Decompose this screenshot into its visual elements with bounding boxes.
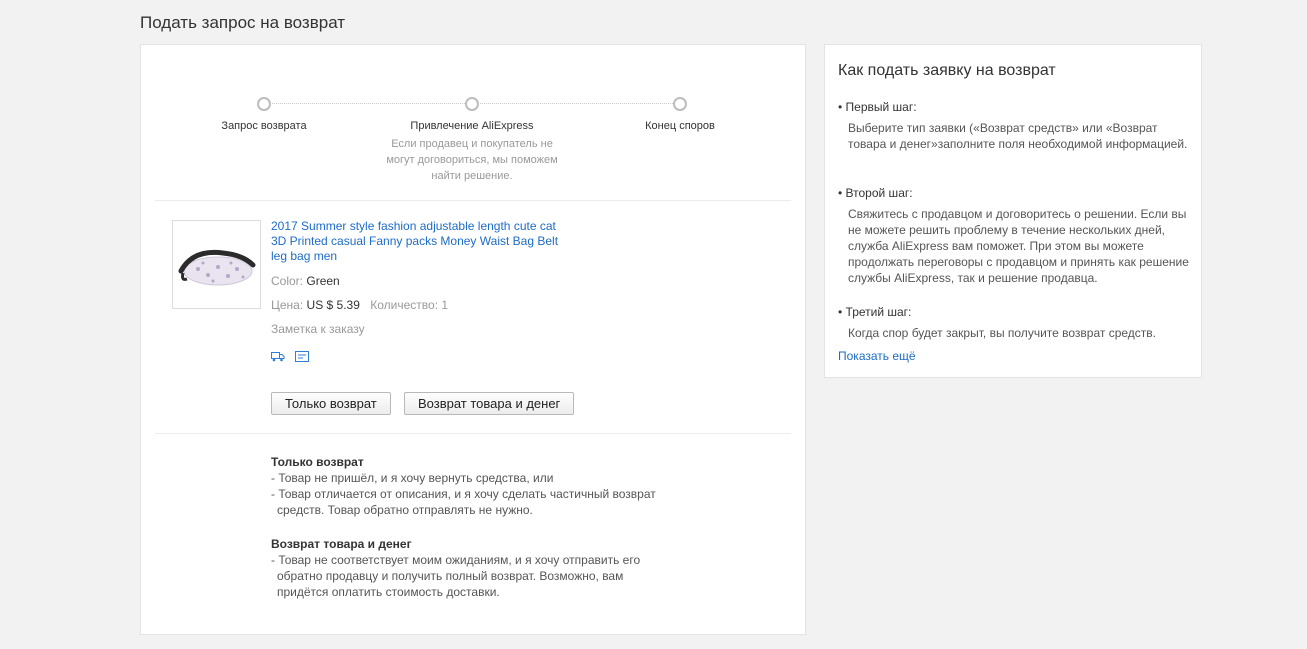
price-value: US $ 5.39 (306, 298, 360, 312)
step-dot-aliexpress (465, 97, 479, 111)
color-label: Color: (271, 274, 304, 288)
sidebar-step-2-text: Свяжитесь с продавцом и договоритесь о р… (848, 207, 1189, 285)
info-refund-only-title: Только возврат (271, 455, 364, 469)
info-refund-only-line-2: - Товар отличается от описания, и я хочу… (271, 487, 656, 517)
info-refund-only: Только возврат - Товар не пришёл, и я хо… (271, 454, 691, 518)
step-dot-request (257, 97, 271, 111)
step-desc-aliexpress: Если продавец и покупатель не могут дого… (386, 138, 558, 182)
divider-bottom (155, 433, 791, 434)
step-dot-end (673, 97, 687, 111)
sidebar-step-3-text: Когда спор будет закрыт, вы получите воз… (848, 326, 1156, 340)
divider-top (155, 200, 791, 201)
how-to-sidebar: Как подать заявку на возврат • Первый ша… (824, 44, 1202, 378)
page-title: Подать запрос на возврат (140, 13, 346, 32)
info-return-and-refund-title: Возврат товара и денег (271, 537, 412, 551)
product-color: Color: Green (271, 274, 340, 288)
sidebar-step-1-title: • Первый шаг: (838, 100, 917, 114)
product-price-qty: Цена: US $ 5.39 Количество: 1 (271, 298, 448, 312)
info-refund-only-line-1: - Товар не пришёл, и я хочу вернуть сред… (271, 471, 554, 485)
show-more-link[interactable]: Показать ещё (838, 349, 916, 363)
sidebar-title: Как подать заявку на возврат (838, 62, 1056, 79)
refund-only-button[interactable]: Только возврат (271, 392, 391, 415)
step-label-request: Запрос возврата (221, 120, 307, 132)
color-value: Green (306, 274, 340, 288)
order-note: Заметка к заказу (271, 322, 365, 336)
waist-bag-image (178, 249, 256, 286)
sidebar-step-2-title: • Второй шаг: (838, 186, 913, 200)
sidebar-step-1-text: Выберите тип заявки («Возврат средств» и… (848, 121, 1188, 151)
delivery-truck-icon[interactable] (271, 349, 285, 367)
sidebar-step-2: • Второй шаг: Свяжитесь с продавцом и до… (838, 185, 1190, 286)
step-label-aliexpress: Привлечение AliExpress (410, 120, 534, 132)
product-icons (271, 349, 315, 367)
product-thumbnail[interactable] (172, 220, 261, 309)
price-label: Цена: (271, 298, 304, 312)
qty-label: Количество: (370, 298, 439, 312)
refund-request-card: Запрос возврата Привлечение AliExpress Е… (140, 44, 806, 635)
sidebar-step-1: • Первый шаг: Выберите тип заявки («Возв… (838, 99, 1190, 152)
sidebar-step-3-title: • Третий шаг: (838, 305, 912, 319)
step-label-end: Конец споров (645, 120, 715, 132)
sidebar-step-3: • Третий шаг: Когда спор будет закрыт, в… (838, 304, 1190, 341)
return-and-refund-button[interactable]: Возврат товара и денег (404, 392, 575, 415)
order-card-icon[interactable] (295, 349, 310, 367)
product-title-link[interactable]: 2017 Summer style fashion adjustable len… (271, 219, 561, 264)
qty-value: 1 (441, 298, 449, 312)
info-return-and-refund: Возврат товара и денег - Товар не соотве… (271, 536, 691, 600)
info-return-and-refund-line-1: - Товар не соответствует моим ожиданиям,… (271, 553, 641, 599)
